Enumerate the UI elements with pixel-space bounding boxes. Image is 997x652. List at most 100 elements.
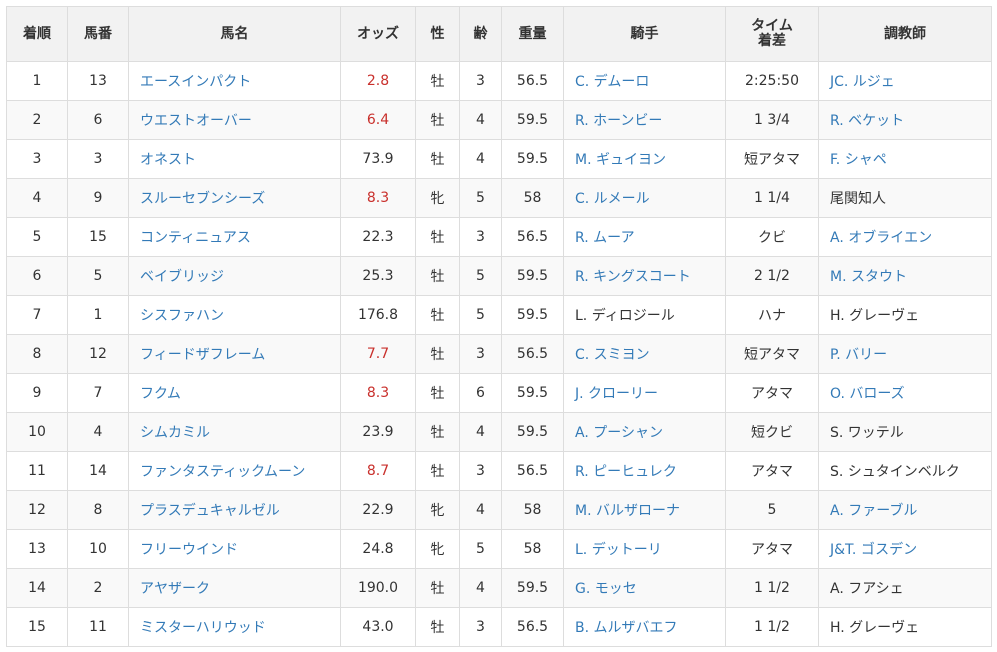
age-cell: 3 [459, 607, 502, 647]
horse-name-link[interactable]: フィードザフレーム [140, 347, 265, 363]
age-cell: 5 [459, 256, 502, 296]
horse-name-link[interactable]: コンティニュアス [140, 230, 251, 246]
horse-name-link[interactable]: シムカミル [140, 425, 210, 441]
jockey-link[interactable]: R. ムーア [575, 230, 635, 246]
time-margin-cell: 短アタマ [725, 334, 819, 374]
horse-name-link[interactable]: ベイブリッジ [140, 269, 224, 285]
sex-cell: 牡 [415, 373, 460, 413]
table-header-row: 着順 馬番 馬名 オッズ 性 齢 重量 騎手 タイム 着差 調教師 [6, 6, 992, 62]
odds-cell: 8.3 [340, 373, 416, 413]
trainer-link[interactable]: A. ファーブル [830, 503, 917, 519]
table-row: 14 2 アヤザーク 190.0 牡 4 59.5 G. モッセ 1 1/2 A. フアシェ [6, 568, 992, 608]
horse-name-link[interactable]: エースインパクト [140, 74, 251, 90]
odds-cell: 176.8 [340, 295, 416, 335]
trainer-link[interactable]: R. ベケット [830, 113, 904, 129]
weight-cell: 56.5 [501, 334, 564, 374]
sex-cell: 牡 [415, 568, 460, 608]
jockey-link[interactable]: G. モッセ [575, 581, 637, 597]
table-row: 5 15 コンティニュアス 22.3 牡 3 56.5 R. ムーア クビ A. オブライエン [6, 217, 992, 257]
trainer-cell: A. フアシェ [818, 568, 992, 608]
rank-cell: 5 [6, 217, 68, 257]
horse-name-cell: ファンタスティックムーン [128, 451, 341, 491]
horse-name-cell: スルーセブンシーズ [128, 178, 341, 218]
weight-cell: 59.5 [501, 100, 564, 140]
horse-name-link[interactable]: ファンタスティックムーン [140, 464, 305, 480]
trainer-link[interactable]: JC. ルジェ [830, 74, 895, 90]
jockey-link[interactable]: R. ピーヒュレク [575, 464, 677, 480]
horse-name-link[interactable]: プラスデュキャルゼル [140, 503, 280, 519]
jockey-link[interactable]: R. ホーンビー [575, 113, 662, 129]
trainer-link[interactable]: P. バリー [830, 347, 887, 363]
rank-cell: 7 [6, 295, 68, 335]
horse-name-link[interactable]: ウエストオーバー [140, 113, 252, 129]
trainer-cell: A. ファーブル [818, 490, 992, 530]
trainer-cell: F. シャペ [818, 139, 992, 179]
weight-cell: 56.5 [501, 61, 564, 101]
odds-cell: 7.7 [340, 334, 416, 374]
header-odds: オッズ [340, 6, 416, 62]
jockey-link[interactable]: M. ギュイヨン [575, 152, 666, 168]
jockey-link[interactable]: J. クローリー [575, 386, 658, 402]
jockey-cell: R. ムーア [563, 217, 726, 257]
age-cell: 5 [459, 529, 502, 569]
jockey-link[interactable]: L. デットーリ [575, 542, 662, 558]
weight-cell: 59.5 [501, 373, 564, 413]
trainer-link[interactable]: F. シャペ [830, 152, 887, 168]
odds-cell: 22.9 [340, 490, 416, 530]
trainer-name: 尾関知人 [830, 191, 886, 207]
horse-name-link[interactable]: アヤザーク [140, 581, 210, 597]
horse-name-link[interactable]: シスファハン [140, 308, 224, 324]
trainer-cell: H. グレーヴェ [818, 607, 992, 647]
trainer-link[interactable]: A. オブライエン [830, 230, 932, 246]
rank-cell: 12 [6, 490, 68, 530]
age-cell: 4 [459, 412, 502, 452]
jockey-link[interactable]: C. ルメール [575, 191, 650, 207]
odds-cell: 43.0 [340, 607, 416, 647]
rank-cell: 9 [6, 373, 68, 413]
odds-cell: 24.8 [340, 529, 416, 569]
table-row: 6 5 ベイブリッジ 25.3 牡 5 59.5 R. キングスコート 2 1/2 M. スタウト [6, 256, 992, 296]
header-age: 齢 [459, 6, 502, 62]
horse-name-link[interactable]: スルーセブンシーズ [140, 191, 265, 207]
rank-cell: 4 [6, 178, 68, 218]
horse-name-cell: フクム [128, 373, 341, 413]
time-margin-cell: クビ [725, 217, 819, 257]
sex-cell: 牡 [415, 295, 460, 335]
age-cell: 3 [459, 217, 502, 257]
sex-cell: 牝 [415, 529, 460, 569]
jockey-link[interactable]: B. ムルザバエフ [575, 620, 678, 636]
jockey-link[interactable]: C. スミヨン [575, 347, 650, 363]
weight-cell: 59.5 [501, 412, 564, 452]
trainer-cell: J&T. ゴスデン [818, 529, 992, 569]
trainer-link[interactable]: O. バローズ [830, 386, 905, 402]
weight-cell: 56.5 [501, 451, 564, 491]
jockey-link[interactable]: R. キングスコート [575, 269, 691, 285]
time-margin-cell: ハナ [725, 295, 819, 335]
jockey-link[interactable]: C. デムーロ [575, 74, 649, 90]
age-cell: 5 [459, 295, 502, 335]
trainer-link[interactable]: M. スタウト [830, 269, 907, 285]
jockey-cell: L. ディロジール [563, 295, 726, 335]
trainer-cell: A. オブライエン [818, 217, 992, 257]
jockey-link[interactable]: A. プーシャン [575, 425, 663, 441]
horse-name-link[interactable]: フリーウインド [140, 542, 238, 558]
rank-cell: 14 [6, 568, 68, 608]
trainer-cell: S. シュタインベルク [818, 451, 992, 491]
race-result-table: 着順 馬番 馬名 オッズ 性 齢 重量 騎手 タイム 着差 調教師 1 13 エースイ… [6, 6, 992, 647]
horse-name-link[interactable]: オネスト [140, 152, 196, 168]
age-cell: 3 [459, 61, 502, 101]
trainer-name: S. シュタインベルク [830, 464, 960, 480]
header-number: 馬番 [67, 6, 129, 62]
horse-name-link[interactable]: ミスターハリウッド [140, 620, 266, 636]
horse-number-cell: 4 [67, 412, 129, 452]
trainer-link[interactable]: J&T. ゴスデン [830, 542, 917, 558]
horse-number-cell: 7 [67, 373, 129, 413]
jockey-cell: C. ルメール [563, 178, 726, 218]
jockey-cell: A. プーシャン [563, 412, 726, 452]
weight-cell: 59.5 [501, 139, 564, 179]
horse-name-link[interactable]: フクム [140, 386, 181, 402]
trainer-cell: JC. ルジェ [818, 61, 992, 101]
jockey-link[interactable]: M. バルザローナ [575, 503, 680, 519]
odds-cell: 22.3 [340, 217, 416, 257]
horse-number-cell: 13 [67, 61, 129, 101]
